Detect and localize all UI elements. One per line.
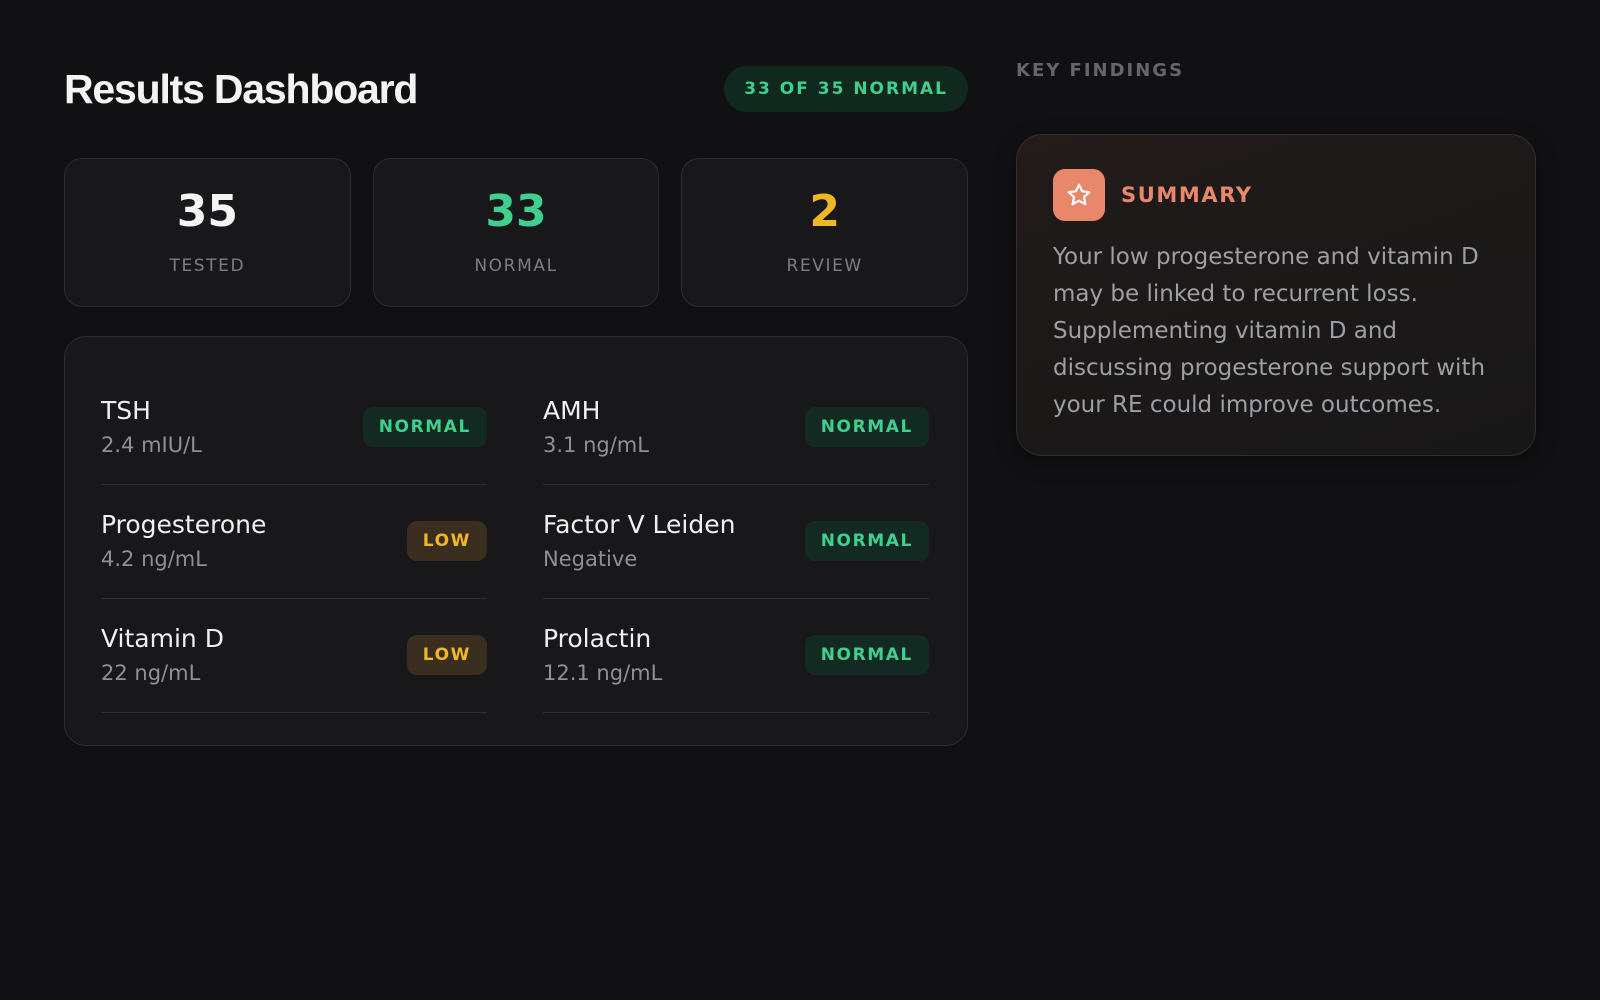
key-findings-heading: KEY FINDINGS bbox=[1016, 60, 1185, 81]
result-name: TSH bbox=[101, 396, 151, 425]
result-row-vitamin-d[interactable]: Vitamin D 22 ng/mL LOW bbox=[101, 599, 487, 713]
stat-card-normal: 33 NORMAL bbox=[372, 158, 660, 307]
normal-count-badge: 33 OF 35 NORMAL bbox=[724, 66, 968, 112]
status-badge: LOW bbox=[406, 634, 487, 675]
header: Results Dashboard 33 OF 35 NORMAL bbox=[64, 64, 968, 114]
result-info: AMH 3.1 ng/mL bbox=[543, 396, 649, 457]
summary-header: SUMMARY bbox=[1053, 169, 1499, 221]
result-name: Progesterone bbox=[101, 510, 267, 539]
stat-value: 35 bbox=[176, 185, 238, 237]
stat-value: 2 bbox=[809, 185, 840, 237]
result-value: 22 ng/mL bbox=[101, 661, 201, 685]
result-row-amh[interactable]: AMH 3.1 ng/mL NORMAL bbox=[543, 371, 929, 485]
stat-value: 33 bbox=[485, 185, 547, 237]
result-row-factor-v-leiden[interactable]: Factor V Leiden Negative NORMAL bbox=[543, 485, 929, 599]
summary-text: Your low progesterone and vitamin D may … bbox=[1053, 244, 1486, 418]
result-info: Factor V Leiden Negative bbox=[543, 510, 735, 571]
results-grid: TSH 2.4 mIU/L NORMAL AMH 3.1 ng/mL NORMA… bbox=[101, 371, 931, 713]
result-name: Prolactin bbox=[543, 624, 652, 653]
result-info: TSH 2.4 mIU/L bbox=[101, 396, 202, 457]
results-card: TSH 2.4 mIU/L NORMAL AMH 3.1 ng/mL NORMA… bbox=[64, 336, 968, 746]
stat-label: REVIEW bbox=[786, 255, 863, 276]
status-badge: NORMAL bbox=[362, 406, 487, 447]
page-title: Results Dashboard bbox=[64, 65, 418, 112]
results-dashboard-page: Results Dashboard 33 OF 35 NORMAL 35 TES… bbox=[0, 0, 1600, 1000]
result-name: Vitamin D bbox=[101, 624, 224, 653]
result-value: 2.4 mIU/L bbox=[101, 433, 202, 457]
summary-card: SUMMARY Your low progesterone and vitami… bbox=[1016, 134, 1536, 456]
result-row-progesterone[interactable]: Progesterone 4.2 ng/mL LOW bbox=[101, 485, 487, 599]
result-row-tsh[interactable]: TSH 2.4 mIU/L NORMAL bbox=[101, 371, 487, 485]
stat-card-review: 2 REVIEW bbox=[681, 158, 969, 307]
status-badge: NORMAL bbox=[804, 406, 929, 447]
result-info: Progesterone 4.2 ng/mL bbox=[101, 510, 266, 571]
result-value: 12.1 ng/mL bbox=[543, 661, 663, 685]
result-name: Factor V Leiden bbox=[543, 510, 736, 539]
status-badge: LOW bbox=[406, 520, 487, 561]
summary-title: SUMMARY bbox=[1121, 183, 1253, 207]
stats-row: 35 TESTED 33 NORMAL 2 REVIEW bbox=[64, 158, 969, 307]
stat-label: NORMAL bbox=[474, 255, 558, 276]
status-badge: NORMAL bbox=[804, 634, 929, 675]
result-row-prolactin[interactable]: Prolactin 12.1 ng/mL NORMAL bbox=[543, 599, 929, 713]
star-icon bbox=[1053, 169, 1105, 221]
result-value: Negative bbox=[543, 547, 638, 571]
result-value: 3.1 ng/mL bbox=[543, 433, 649, 457]
stat-label: TESTED bbox=[169, 255, 246, 276]
result-name: AMH bbox=[543, 396, 601, 425]
result-value: 4.2 ng/mL bbox=[101, 547, 207, 571]
result-info: Prolactin 12.1 ng/mL bbox=[543, 624, 662, 685]
status-badge: NORMAL bbox=[804, 520, 929, 561]
stat-card-tested: 35 TESTED bbox=[64, 158, 351, 307]
result-info: Vitamin D 22 ng/mL bbox=[101, 624, 224, 685]
